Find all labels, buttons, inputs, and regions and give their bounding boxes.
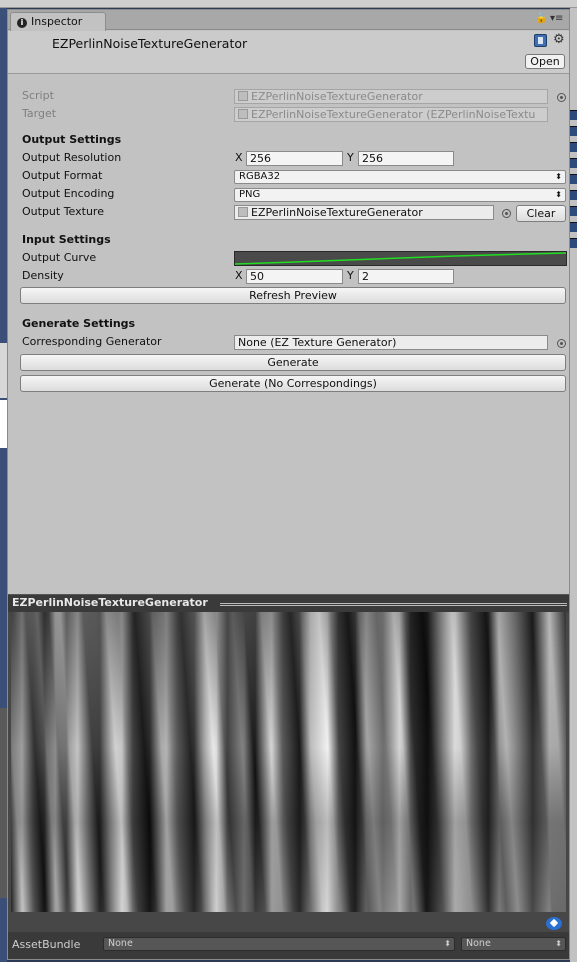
output-texture-label: Output Texture [22, 205, 104, 218]
density-y-input[interactable]: 2 [358, 269, 454, 284]
script-field: EZPerlinNoiseTextureGenerator [234, 89, 548, 104]
hierarchy-icon [570, 174, 577, 184]
dropdown-arrow-icon: ⬍ [555, 190, 562, 199]
output-format-value: RGBA32 [239, 171, 281, 182]
generate-settings-heading: Generate Settings [22, 317, 136, 330]
output-resolution-label: Output Resolution [22, 151, 122, 164]
scene-fragment-panel [0, 343, 7, 398]
dropdown-arrow-icon: ⬍ [555, 172, 562, 181]
curve-line [234, 252, 567, 265]
generator-picker-icon[interactable] [557, 339, 566, 348]
output-encoding-value: PNG [239, 189, 261, 200]
script-picker-icon [557, 93, 566, 102]
script-label: Script [22, 89, 54, 102]
component-title: EZPerlinNoiseTextureGenerator [52, 36, 248, 51]
script-asset-icon [238, 91, 248, 101]
component-header: EZPerlinNoiseTextureGenerator ⚙ Open [8, 31, 569, 74]
corresponding-generator-label: Corresponding Generator [22, 335, 162, 348]
density-x-label: X [235, 269, 243, 282]
gear-icon[interactable]: ⚙ [553, 32, 565, 47]
target-value: EZPerlinNoiseTextureGenerator (EZPerlinN… [251, 108, 536, 121]
inspector-tabbar: i Inspector 🔒 ▾≡ [8, 10, 569, 31]
input-settings-heading: Input Settings [22, 233, 111, 246]
hierarchy-icon [570, 238, 577, 248]
density-x-input[interactable]: 50 [246, 269, 343, 284]
preview-header[interactable]: EZPerlinNoiseTextureGenerator [8, 594, 569, 612]
preview-title: EZPerlinNoiseTextureGenerator [12, 596, 208, 609]
editor-menubar-fragment [0, 0, 577, 8]
output-curve-label: Output Curve [22, 251, 97, 264]
hierarchy-icon [570, 206, 577, 216]
output-texture-field[interactable]: EZPerlinNoiseTextureGenerator [234, 205, 494, 220]
output-encoding-dropdown[interactable]: PNG ⬍ [234, 188, 566, 202]
preview-area [8, 612, 569, 932]
dropdown-arrow-icon: ⬍ [444, 939, 451, 948]
inspector-window: i Inspector 🔒 ▾≡ EZPerlinNoiseTextureGene… [7, 9, 570, 960]
open-button[interactable]: Open [525, 54, 565, 69]
preview-drag-handle[interactable] [220, 603, 567, 606]
density-y-label: Y [347, 269, 354, 282]
hierarchy-icon [570, 110, 577, 120]
output-format-label: Output Format [22, 169, 103, 182]
hierarchy-icon [570, 158, 577, 168]
output-format-dropdown[interactable]: RGBA32 ⬍ [234, 170, 566, 184]
asset-bundle-dropdown[interactable]: None ⬍ [103, 937, 455, 951]
asset-label-icon[interactable] [546, 917, 562, 930]
hierarchy-fragment [570, 8, 577, 962]
refresh-preview-button[interactable]: Refresh Preview [20, 287, 566, 304]
scene-fragment-panel [0, 708, 7, 898]
asset-bundle-bar: AssetBundle None ⬍ None ⬍ [8, 932, 569, 959]
target-label: Target [22, 107, 57, 120]
output-encoding-label: Output Encoding [22, 187, 115, 200]
help-book-icon[interactable] [534, 34, 547, 47]
asset-bundle-variant-value: None [466, 938, 491, 949]
hierarchy-icon [570, 126, 577, 136]
resolution-y-input[interactable]: 256 [358, 151, 454, 166]
scene-fragment-panel [0, 400, 7, 448]
info-icon: i [17, 18, 27, 28]
asset-bundle-label: AssetBundle [12, 938, 81, 951]
tab-menu-icon[interactable]: ▾≡ [550, 13, 563, 24]
resolution-x-input[interactable]: 256 [246, 151, 343, 166]
asset-bundle-variant-dropdown[interactable]: None ⬍ [461, 937, 566, 951]
dropdown-arrow-icon: ⬍ [555, 939, 562, 948]
output-curve-field[interactable] [234, 251, 567, 266]
clear-button[interactable]: Clear [516, 205, 566, 222]
asset-bundle-value: None [108, 938, 133, 949]
resolution-y-label: Y [347, 151, 354, 164]
texture-asset-icon [238, 207, 248, 217]
resolution-x-label: X [235, 151, 243, 164]
generate-button[interactable]: Generate [20, 354, 566, 371]
output-settings-heading: Output Settings [22, 133, 122, 146]
lock-icon[interactable]: 🔒 [535, 13, 547, 24]
target-object-icon [238, 109, 248, 119]
scene-view-fragment [0, 8, 7, 962]
density-label: Density [22, 269, 64, 282]
script-value: EZPerlinNoiseTextureGenerator [251, 90, 423, 103]
hierarchy-icon [570, 190, 577, 200]
hierarchy-icon [570, 142, 577, 152]
target-field: EZPerlinNoiseTextureGenerator (EZPerlinN… [234, 107, 548, 122]
tab-inspector[interactable]: i Inspector [10, 12, 106, 31]
hierarchy-icon [570, 222, 577, 232]
output-texture-value: EZPerlinNoiseTextureGenerator [251, 206, 423, 219]
noise-texture-preview [11, 612, 566, 912]
generate-no-correspondings-button[interactable]: Generate (No Correspondings) [20, 375, 566, 392]
tab-label: Inspector [31, 15, 83, 28]
texture-picker-icon[interactable] [502, 209, 511, 218]
corresponding-generator-field[interactable]: None (EZ Texture Generator) [234, 335, 548, 350]
